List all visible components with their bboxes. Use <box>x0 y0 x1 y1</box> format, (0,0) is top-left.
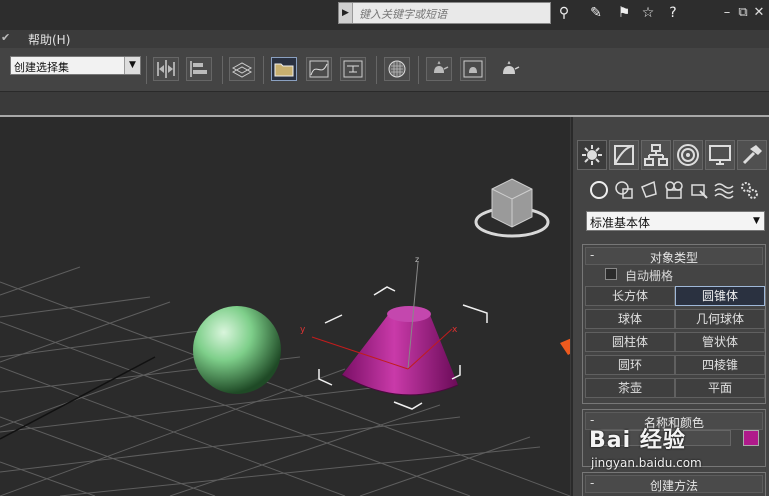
teapot-setup-icon <box>434 60 449 73</box>
geosphere-button[interactable]: 几何球体 <box>675 309 765 329</box>
schematic-view-button[interactable] <box>340 57 366 81</box>
teapot-button[interactable]: 茶壶 <box>585 378 675 398</box>
hammer-icon <box>742 145 762 165</box>
hierarchy-icon <box>644 144 668 166</box>
cone-object <box>341 306 459 396</box>
pyramid-button[interactable]: 四棱锥 <box>675 355 765 375</box>
category-dropdown[interactable]: 标准基本体 ▼ <box>586 211 765 231</box>
mirror-button[interactable] <box>153 57 179 81</box>
subtab-shapes[interactable] <box>613 179 635 201</box>
chevron-down-icon[interactable]: ▼ <box>749 212 764 230</box>
mirror-icon <box>157 60 175 78</box>
subtab-lights[interactable] <box>638 179 660 201</box>
category-value: 标准基本体 <box>590 216 651 230</box>
selection-set-value: 创建选择集 <box>14 61 69 74</box>
selection-set-dropdown[interactable]: 创建选择集 ▼ <box>10 56 141 75</box>
autogrid-checkbox[interactable]: 自动栅格 <box>605 267 674 284</box>
rendered-frame-button[interactable] <box>460 57 486 81</box>
scene-explorer-button[interactable] <box>271 57 297 81</box>
helpers-icon <box>691 184 708 199</box>
sphere-object <box>193 306 281 394</box>
baidu-watermark: Bai 经验 jingyan.baidu.com <box>575 416 765 496</box>
render-setup-button[interactable] <box>426 57 452 81</box>
curve-editor-button[interactable] <box>306 57 332 81</box>
search-input[interactable]: 键入关键字或短语 <box>359 6 447 22</box>
autogrid-label: 自动栅格 <box>625 269 674 283</box>
subtab-geometry[interactable] <box>588 179 610 201</box>
folder-icon <box>274 63 294 77</box>
object-type-title: 对象类型 <box>649 251 698 265</box>
plane-button[interactable]: 平面 <box>675 378 765 398</box>
tutorial-arrow <box>560 338 570 355</box>
tab-hierarchy[interactable] <box>641 140 671 170</box>
curve-editor-icon <box>309 60 329 78</box>
align-button[interactable] <box>186 57 212 81</box>
title-bar: ▶ 键入关键字或短语 ⚲ ✎ ⚑ ☆ ? – ⧉ ✕ <box>0 0 769 30</box>
watermark-url: jingyan.baidu.com <box>591 456 702 470</box>
chevron-down-icon[interactable]: ▼ <box>124 57 140 74</box>
subtab-helpers[interactable] <box>688 179 710 201</box>
schematic-icon <box>343 60 363 78</box>
search-expand-icon[interactable]: ▶ <box>339 3 353 23</box>
main-toolbar: 创建选择集 ▼ <box>0 48 769 92</box>
restore-button[interactable]: ⧉ <box>736 3 750 23</box>
perspective-viewport[interactable]: z y x <box>0 117 570 496</box>
menu-tick-icon: ✔ <box>1 31 11 44</box>
align-icon <box>190 61 207 77</box>
close-button[interactable]: ✕ <box>752 3 766 23</box>
teapot-frame-icon <box>463 60 483 78</box>
key-icon[interactable]: ✎ <box>585 3 607 23</box>
material-icon <box>388 60 406 78</box>
subtab-cameras[interactable] <box>663 179 685 201</box>
menu-item-help[interactable]: 帮助(H) <box>28 31 70 48</box>
motion-icon <box>677 144 699 166</box>
tab-modify[interactable] <box>609 140 639 170</box>
torus-button[interactable]: 圆环 <box>585 355 675 375</box>
camera-icon <box>665 181 683 199</box>
binoculars-icon[interactable]: ⚲ <box>553 3 575 23</box>
axis-y-label: y <box>300 325 306 335</box>
light-icon <box>641 180 657 198</box>
help-icon[interactable]: ? <box>662 3 684 23</box>
material-editor-button[interactable] <box>384 57 410 81</box>
checkbox-box[interactable] <box>605 268 617 280</box>
cone-button[interactable]: 圆锥体 <box>675 286 765 306</box>
home-grid <box>0 266 570 496</box>
pin-icon[interactable]: ⚑ <box>613 3 635 23</box>
menu-bar: ✔ 帮助(H) <box>0 30 769 48</box>
wave-icon <box>714 183 734 199</box>
axis-z-label: z <box>415 255 419 264</box>
tab-create[interactable] <box>577 140 607 170</box>
box-button[interactable]: 长方体 <box>585 286 675 306</box>
render-button[interactable] <box>496 57 522 81</box>
teapot-render-icon <box>503 60 520 74</box>
gears-icon <box>741 182 758 199</box>
tab-motion[interactable] <box>673 140 703 170</box>
layer-manager-button[interactable] <box>229 57 255 81</box>
view-cube-icon <box>474 178 550 238</box>
minimize-button[interactable]: – <box>720 3 734 23</box>
cylinder-button[interactable]: 圆柱体 <box>585 332 675 352</box>
monitor-icon <box>709 145 731 165</box>
subtab-space-warps[interactable] <box>713 179 735 201</box>
geometry-icon <box>590 181 608 199</box>
viewport-scene: z y x <box>0 178 570 496</box>
shapes-icon <box>615 181 633 199</box>
tube-button[interactable]: 管状体 <box>675 332 765 352</box>
object-type-rollout: - 对象类型 自动栅格 长方体 圆锥体 球体 几何球体 圆柱体 管状体 圆环 四… <box>582 244 766 404</box>
sun-icon <box>582 145 602 165</box>
ribbon-area <box>0 93 769 115</box>
axis-x-label: x <box>452 325 458 335</box>
layers-icon <box>231 62 253 78</box>
tab-utilities[interactable] <box>737 140 767 170</box>
search-box[interactable]: ▶ 键入关键字或短语 <box>338 2 551 24</box>
rollout-header[interactable]: - 对象类型 <box>585 247 763 265</box>
modify-icon <box>614 145 634 165</box>
star-icon[interactable]: ☆ <box>637 3 659 23</box>
watermark-brand: Bai 经验 <box>589 428 686 453</box>
subtab-systems[interactable] <box>738 179 760 201</box>
sphere-button[interactable]: 球体 <box>585 309 675 329</box>
tab-display[interactable] <box>705 140 735 170</box>
